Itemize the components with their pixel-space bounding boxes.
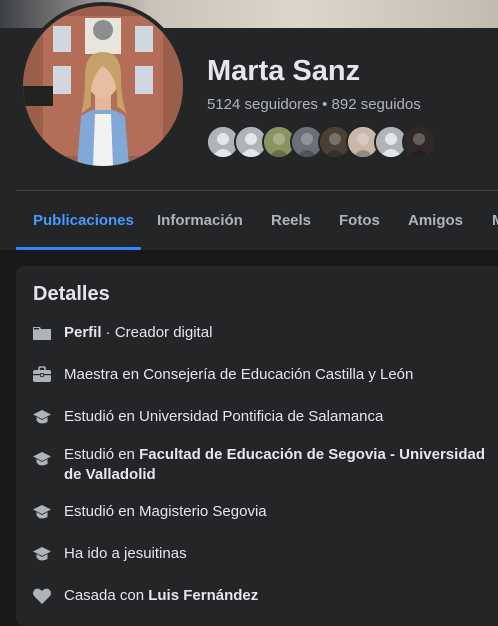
detail-profile-category: · Creador digital bbox=[101, 324, 213, 341]
heart-icon bbox=[33, 588, 51, 604]
profile-picture[interactable] bbox=[19, 2, 187, 170]
tab-publicaciones[interactable]: Publicaciones bbox=[33, 191, 134, 250]
tab-reels[interactable]: Reels bbox=[271, 191, 311, 250]
active-tab-indicator bbox=[16, 247, 141, 250]
detail-education-4-text: Ha ido a jesuitinas bbox=[64, 545, 187, 562]
detail-relationship-partner[interactable]: Luis Fernández bbox=[148, 587, 258, 604]
folder-icon bbox=[33, 327, 51, 340]
tab-more[interactable]: M bbox=[492, 191, 498, 250]
detail-profile-label: Perfil bbox=[64, 324, 102, 341]
tab-fotos[interactable]: Fotos bbox=[339, 191, 380, 250]
tab-informacion[interactable]: Información bbox=[157, 191, 243, 250]
friend-avatars[interactable] bbox=[206, 125, 446, 159]
detail-education-2-prefix: Estudió en bbox=[64, 446, 140, 463]
tab-amigos[interactable]: Amigos bbox=[408, 191, 463, 250]
follower-stats[interactable]: 5124 seguidores • 892 seguidos bbox=[207, 96, 421, 113]
graduation-cap-icon bbox=[33, 547, 51, 562]
graduation-cap-icon bbox=[33, 452, 51, 467]
detail-relationship-prefix: Casada con bbox=[64, 587, 149, 604]
profile-tabs: Publicaciones Información Reels Fotos Am… bbox=[16, 191, 498, 250]
graduation-cap-icon bbox=[33, 410, 51, 425]
detail-education-1-text: Estudió en Universidad Pontificia de Sal… bbox=[64, 408, 384, 425]
detail-work-text: Maestra en Consejería de Educación Casti… bbox=[64, 366, 414, 383]
detail-education-3-text: Estudió en Magisterio Segovia bbox=[64, 503, 267, 520]
briefcase-icon bbox=[33, 366, 51, 382]
details-title: Detalles bbox=[33, 283, 110, 305]
graduation-cap-icon bbox=[33, 505, 51, 520]
profile-name: Marta Sanz bbox=[207, 55, 361, 87]
details-card: Detalles Perfil · Creador digital Maestr… bbox=[16, 266, 498, 626]
friend-avatar[interactable] bbox=[402, 125, 436, 159]
